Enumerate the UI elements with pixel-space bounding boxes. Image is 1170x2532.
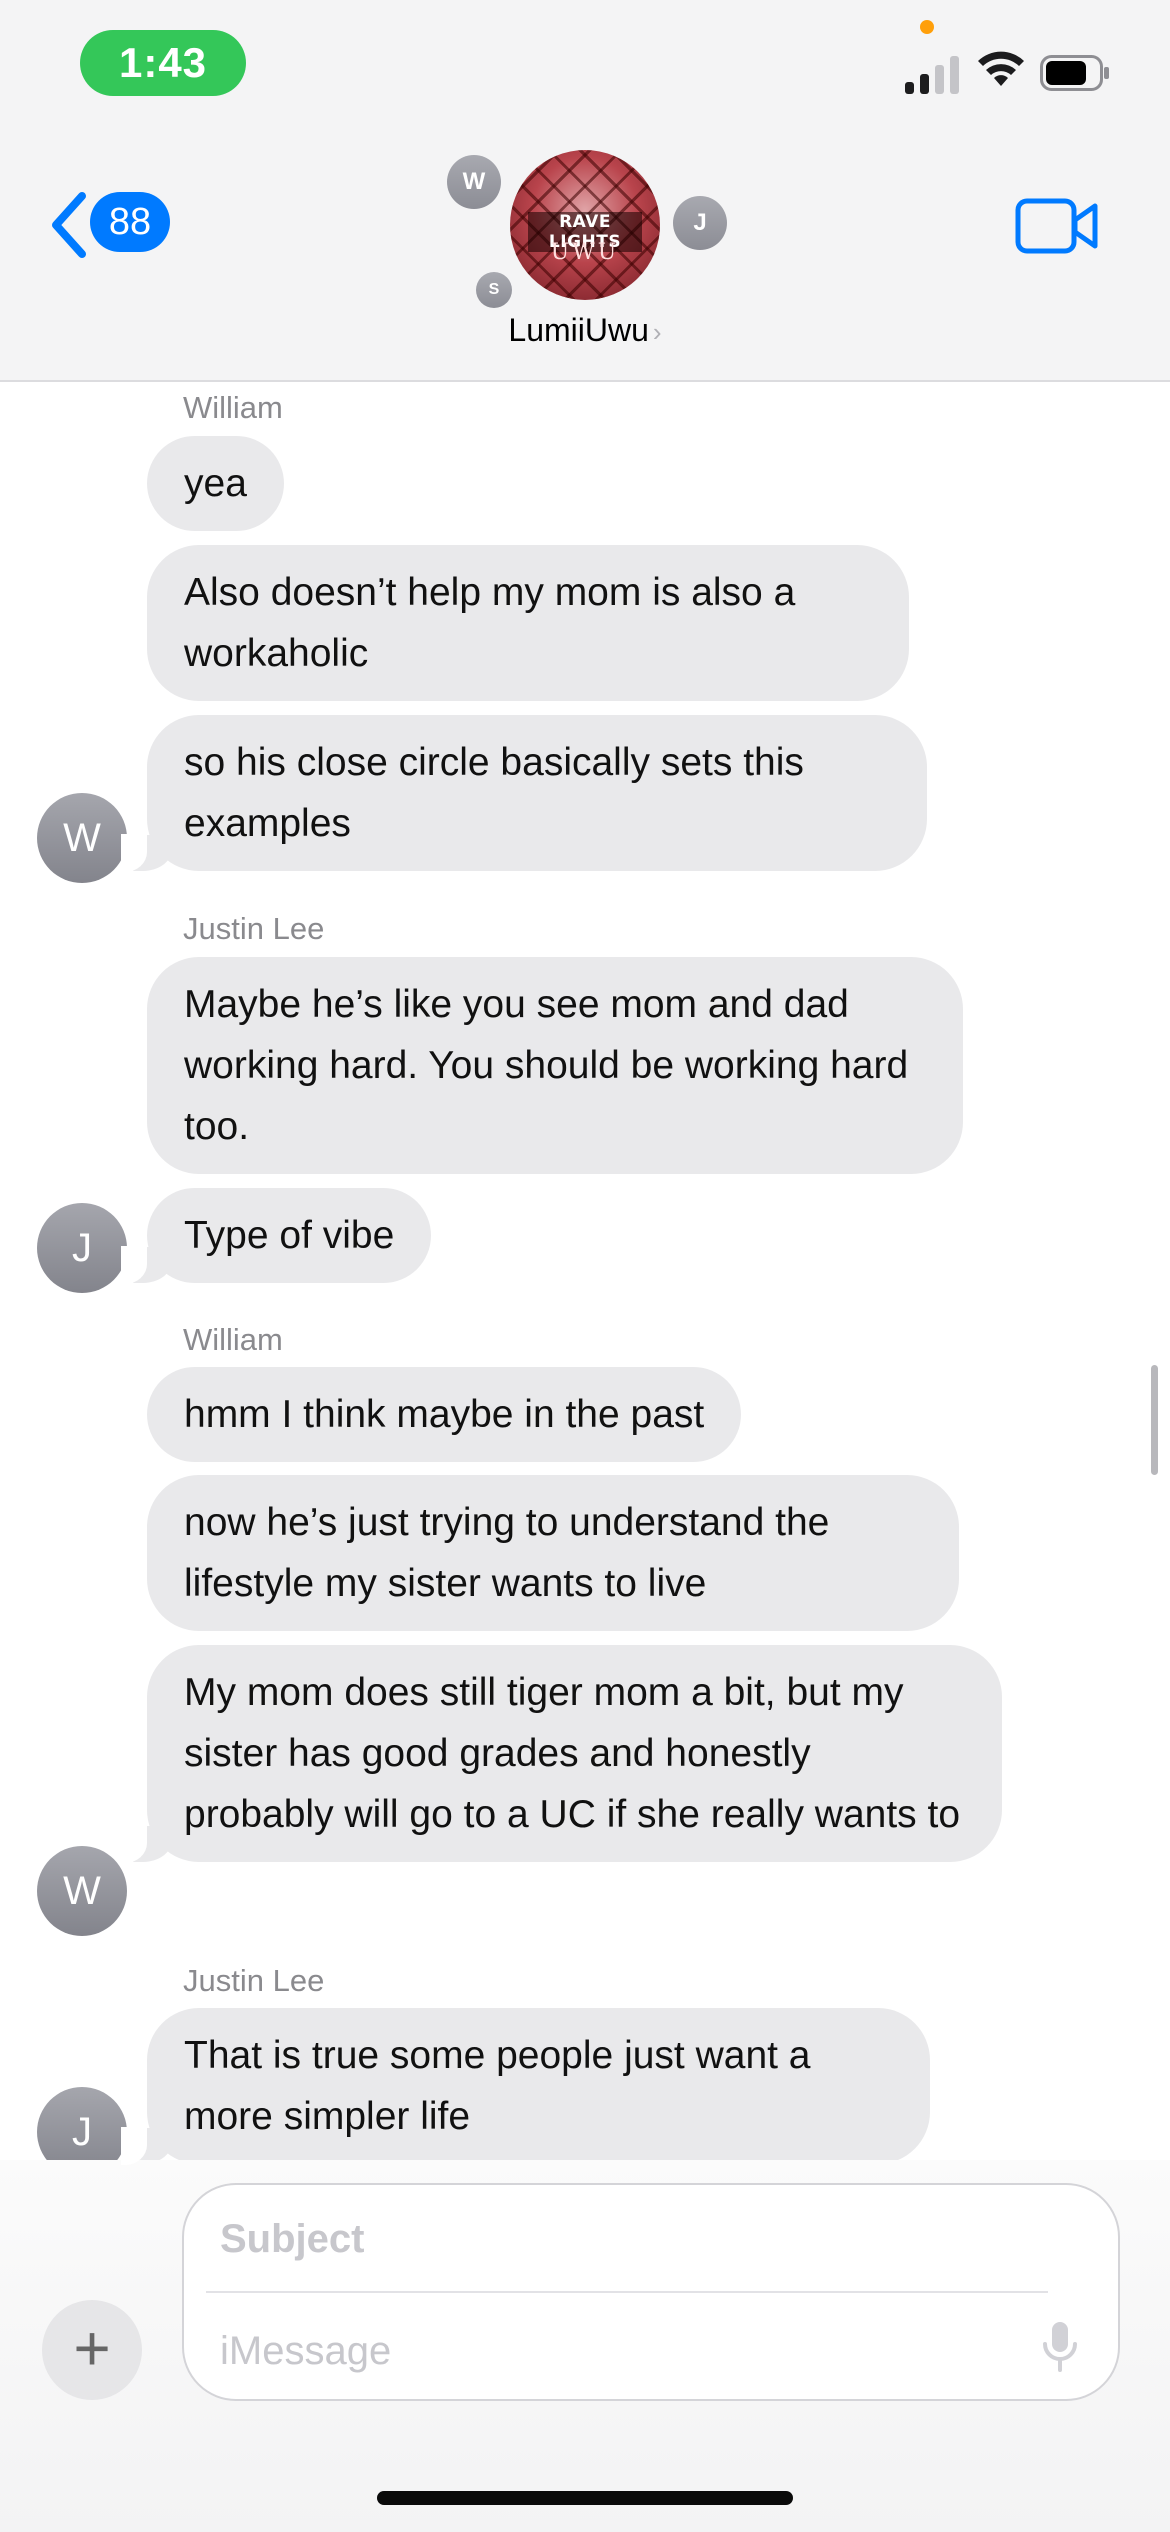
group-avatar-text-bottom: UWU — [550, 240, 620, 265]
microphone-icon[interactable] — [1040, 2320, 1080, 2376]
cellular-signal-icon — [905, 52, 961, 94]
sender-name: William — [183, 1322, 283, 1357]
wifi-icon — [978, 51, 1024, 86]
unread-count-badge[interactable]: 88 — [90, 192, 170, 252]
message-bubble[interactable]: Also doesn’t help my mom is also a worka… — [147, 545, 909, 701]
sender-name: Justin Lee — [183, 1963, 325, 1998]
message-bubble[interactable]: My mom does still tiger mom a bit, but m… — [121, 1645, 1002, 1863]
group-avatar[interactable]: RAVE LIGHTS UWU — [510, 150, 660, 300]
compose-divider — [206, 2291, 1048, 2293]
sender-name: Justin Lee — [183, 911, 325, 946]
battery-icon — [1040, 55, 1109, 91]
video-call-icon[interactable] — [1015, 198, 1099, 254]
avatar[interactable]: W — [37, 793, 127, 883]
subject-input[interactable] — [218, 2210, 1042, 2268]
status-time[interactable]: 1:43 — [80, 30, 246, 96]
group-name-label: LumiiUwu — [508, 312, 649, 348]
status-bar: 1:43 — [0, 0, 1170, 130]
back-chevron-icon[interactable] — [48, 192, 88, 258]
message-bubble[interactable]: so his close circle basically sets this … — [121, 715, 927, 872]
avatar[interactable]: J — [37, 1203, 127, 1293]
sender-name: William — [183, 390, 283, 425]
message-bubble[interactable]: yea — [147, 436, 284, 531]
conversation-header: 88 W RAVE LIGHTS UWU J S LumiiUwu › — [0, 130, 1170, 382]
message-bubble[interactable]: That is true some people just want a mor… — [121, 2008, 930, 2165]
avatar[interactable]: W — [37, 1846, 127, 1936]
member-avatar-w: W — [447, 155, 501, 209]
group-name[interactable]: LumiiUwu › — [0, 312, 1170, 349]
message-bubble[interactable]: Maybe he’s like you see mom and dad work… — [147, 957, 963, 1174]
message-bubble[interactable]: hmm I think maybe in the past — [147, 1367, 742, 1462]
imessage-input[interactable] — [218, 2322, 1002, 2380]
message-bubble[interactable]: Type of vibe — [120, 1188, 432, 1284]
home-indicator[interactable] — [377, 2491, 793, 2505]
privacy-indicator-dot — [920, 20, 934, 34]
chevron-right-icon: › — [652, 317, 662, 347]
add-attachment-button[interactable]: + — [42, 2300, 142, 2400]
message-bubble[interactable]: now he’s just trying to understand the l… — [147, 1475, 959, 1631]
member-avatar-j: J — [673, 196, 727, 250]
scroll-indicator[interactable] — [1151, 1365, 1158, 1475]
member-avatar-s: S — [476, 272, 512, 308]
